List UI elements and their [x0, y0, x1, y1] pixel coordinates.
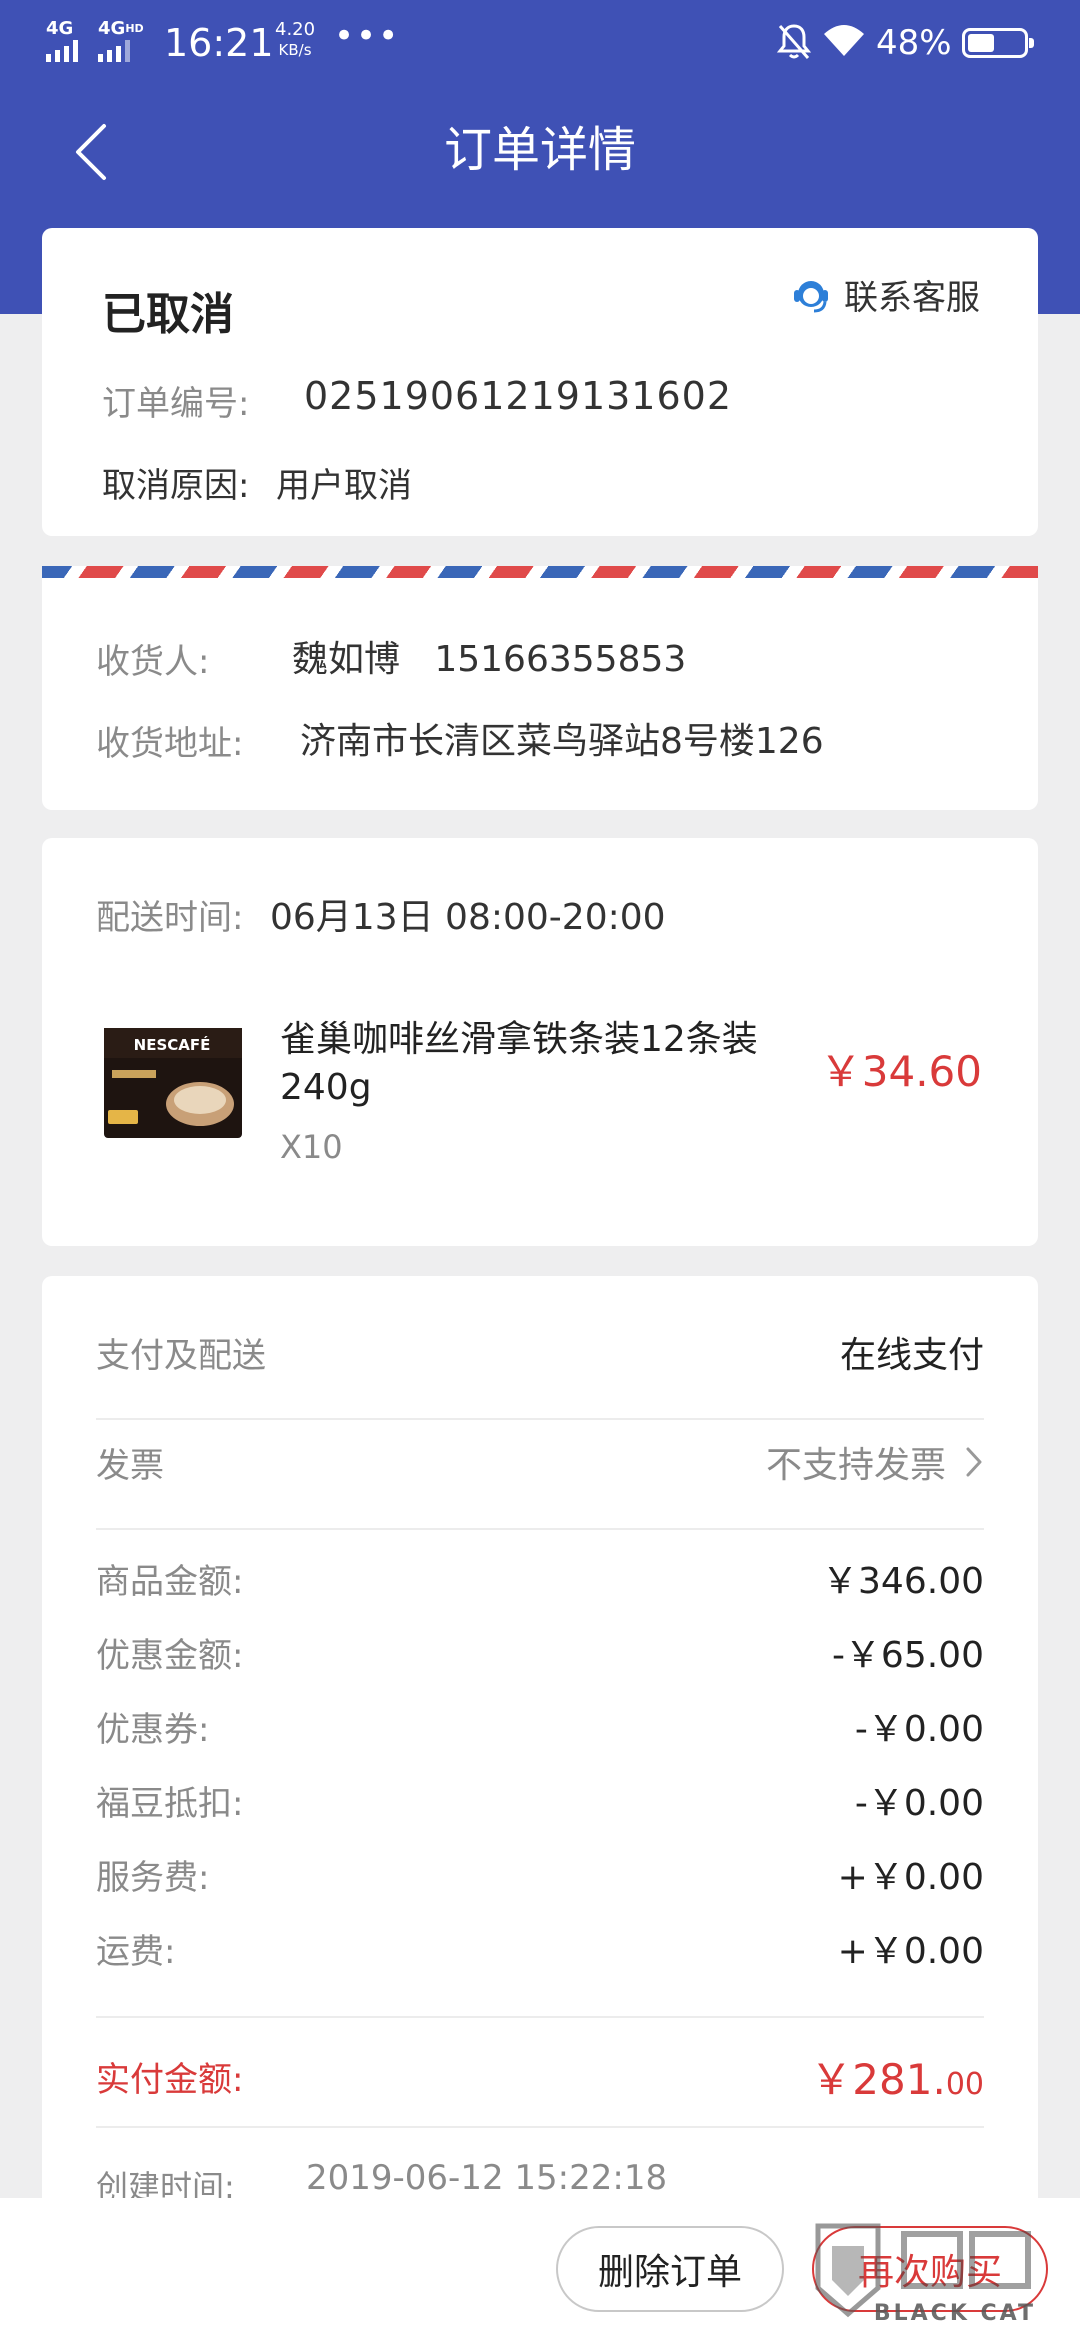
battery-percent: 48% — [876, 23, 952, 63]
signal-1: 4G — [46, 20, 78, 62]
paid-amount-decimal: 00 — [945, 2067, 984, 2102]
product-price: ￥34.60 — [819, 1047, 982, 1096]
amount-row-points: 福豆抵扣: -￥0.00 — [96, 1774, 984, 1826]
clock: 16:21 — [164, 21, 274, 65]
network-speed: 4.20 KB/s — [275, 20, 315, 60]
amount-value: -￥0.00 — [854, 1783, 984, 1824]
invoice-value: 不支持发票 — [765, 1445, 946, 1486]
address-card: 收货人: 魏如博 15166355853 收货地址: 济南市长清区菜鸟驿站8号楼… — [42, 566, 1038, 810]
cancel-reason: 用户取消 — [276, 466, 412, 506]
payment-method-label: 支付及配送 — [96, 1335, 266, 1376]
address-label: 收货地址: — [96, 724, 244, 764]
order-status-card: 已取消 联系客服 订单编号: 02519061219131602 取消原因: 用… — [42, 228, 1038, 536]
network-type-2: 4G — [98, 18, 126, 39]
divider — [96, 2126, 984, 2128]
signal-icon — [46, 40, 78, 62]
paid-amount-label: 实付金额: — [96, 2060, 244, 2100]
delete-order-button[interactable]: 删除订单 — [556, 2226, 784, 2312]
order-number-label: 订单编号: — [102, 384, 250, 424]
mute-icon — [776, 24, 812, 59]
payment-method: 在线支付 — [839, 1335, 984, 1376]
paid-amount-row: 实付金额: ￥281.00 — [96, 2046, 984, 2107]
amount-label: 商品金额: — [96, 1561, 244, 1602]
amount-label: 优惠券: — [96, 1709, 210, 1750]
amount-row-discount: 优惠金额: -￥65.00 — [96, 1626, 984, 1678]
signal-2: 4GHD — [98, 20, 144, 62]
product-name[interactable]: 雀巢咖啡丝滑拿铁条装12条装240g — [280, 1016, 800, 1112]
speed-unit: KB/s — [278, 41, 312, 59]
amount-row-coupon: 优惠券: -￥0.00 — [96, 1700, 984, 1752]
amount-label: 优惠金额: — [96, 1635, 244, 1676]
amount-value: +￥0.00 — [837, 1931, 984, 1972]
invoice-label: 发票 — [96, 1445, 164, 1486]
amount-row-service-fee: 服务费: +￥0.00 — [96, 1848, 984, 1900]
wifi-icon — [824, 25, 864, 56]
receiver: 魏如博 15166355853 — [292, 639, 687, 680]
divider — [96, 1418, 984, 1420]
page-title: 订单详情 — [443, 122, 636, 178]
amount-label: 运费: — [96, 1931, 176, 1972]
status-bar: 4G 4GHD 16:21 4.20 KB/s ••• 48% — [0, 0, 1080, 84]
battery-icon — [962, 28, 1034, 58]
order-number: 02519061219131602 — [304, 374, 733, 418]
divider — [96, 1528, 984, 1530]
chevron-right-icon — [966, 1447, 982, 1477]
invoice-row[interactable]: 发票 不支持发票 — [96, 1436, 984, 1488]
created-time: 2019-06-12 15:22:18 — [306, 2158, 668, 2198]
order-status: 已取消 — [102, 289, 234, 340]
contact-customer-service-button[interactable]: 联系客服 — [790, 270, 980, 319]
amount-value: ￥346.00 — [822, 1561, 984, 1602]
product-image[interactable]: NESCAFÉ — [102, 1024, 246, 1142]
cancel-reason-label: 取消原因: — [102, 466, 250, 506]
watermark-text: BLACK CAT — [873, 2301, 1036, 2326]
amount-row-shipping: 运费: +￥0.00 — [96, 1922, 984, 1974]
receiver-label: 收货人: — [96, 642, 210, 682]
paid-amount: ￥281.00 — [810, 2046, 984, 2107]
speed-value: 4.20 — [275, 19, 316, 40]
signal-icon — [98, 40, 130, 62]
product-card: 配送时间: 06月13日 08:00-20:00 NESCAFÉ 雀巢咖啡丝滑拿… — [42, 838, 1038, 1246]
shipping-address: 济南市长清区菜鸟驿站8号楼126 — [300, 721, 824, 762]
airmail-stripe — [42, 566, 1038, 578]
product-brand: NESCAFÉ — [134, 1035, 211, 1054]
divider — [96, 2016, 984, 2018]
amount-value: -￥65.00 — [831, 1635, 984, 1676]
payment-card: 支付及配送 在线支付 发票 不支持发票 商品金额: ￥346.00 优惠金额: … — [42, 1276, 1038, 2340]
headset-icon — [794, 280, 828, 312]
delivery-time: 06月13日 08:00-20:00 — [270, 897, 666, 938]
amount-value: +￥0.00 — [837, 1857, 984, 1898]
amount-label: 服务费: — [96, 1857, 210, 1898]
amount-row-goods: 商品金额: ￥346.00 — [96, 1552, 984, 1604]
delivery-time-label: 配送时间: — [96, 898, 244, 938]
contact-customer-service-label: 联系客服 — [844, 278, 980, 318]
battery-level — [968, 34, 994, 52]
network-type-1: 4G — [46, 18, 74, 39]
amount-label: 福豆抵扣: — [96, 1783, 244, 1824]
amount-value: -￥0.00 — [854, 1709, 984, 1750]
product-quantity: X10 — [280, 1128, 343, 1166]
more-notifications-icon: ••• — [334, 16, 401, 56]
payment-method-row: 支付及配送 在线支付 — [96, 1326, 984, 1378]
paid-amount-main: ￥281. — [810, 2055, 946, 2104]
watermark: BLACK CAT — [808, 2218, 1044, 2330]
network-hd-tag: HD — [125, 22, 144, 35]
